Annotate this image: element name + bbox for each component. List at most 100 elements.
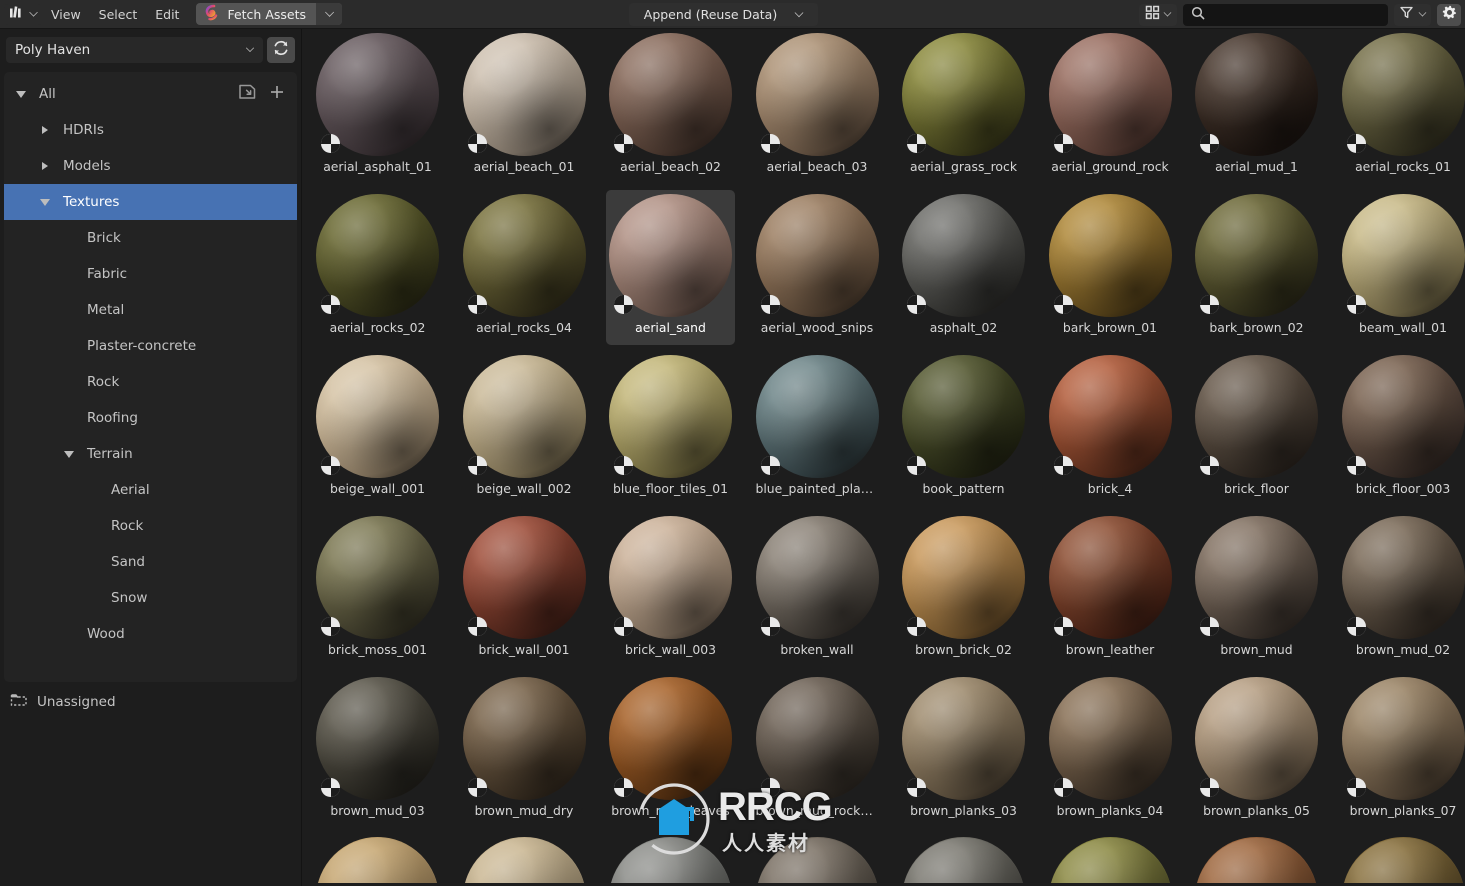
display-mode-button[interactable] (1139, 3, 1177, 26)
catalog-tree-panel: All HDRIs Models Textures Brick Fabric Metal Pl… (4, 72, 297, 682)
asset-item[interactable]: aerial_ground_rock (1046, 29, 1175, 184)
triangle-right-icon[interactable] (36, 162, 54, 170)
catalog-item-sand[interactable]: Sand (4, 544, 297, 580)
filter-button[interactable] (1394, 3, 1431, 26)
catalog-item-terrain[interactable]: Terrain (4, 436, 297, 472)
new-catalog-icon[interactable] (238, 83, 257, 105)
asset-item[interactable] (313, 834, 442, 886)
asset-item[interactable]: aerial_sand (606, 190, 735, 345)
asset-item[interactable]: brick_floor (1192, 351, 1321, 506)
search-input[interactable] (1211, 7, 1380, 22)
catalog-item-wood[interactable]: Wood (4, 616, 297, 652)
refresh-library-button[interactable] (267, 37, 295, 63)
asset-item[interactable]: brown_planks_04 (1046, 673, 1175, 828)
asset-item[interactable]: aerial_wood_snips (753, 190, 882, 345)
triangle-down-icon[interactable] (36, 198, 54, 206)
plus-icon[interactable] (269, 84, 285, 104)
asset-item[interactable]: book_pattern (899, 351, 1028, 506)
menu-view[interactable]: View (42, 4, 90, 25)
asset-item[interactable] (899, 834, 1028, 886)
catalog-item-metal[interactable]: Metal (4, 292, 297, 328)
asset-item[interactable] (753, 834, 882, 886)
asset-item[interactable]: brown_brick_02 (899, 512, 1028, 667)
catalog-item-label: Metal (87, 302, 125, 318)
asset-item[interactable]: blue_floor_tiles_01 (606, 351, 735, 506)
triangle-right-icon[interactable] (36, 126, 54, 134)
asset-item[interactable]: aerial_grass_rock (899, 29, 1028, 184)
asset-thumbnail (1194, 32, 1319, 157)
catalog-item-models[interactable]: Models (4, 148, 297, 184)
asset-thumbnail (462, 515, 587, 640)
asset-item[interactable]: aerial_mud_1 (1192, 29, 1321, 184)
asset-grid[interactable]: aerial_asphalt_01 aerial_beach_01 aerial_b… (303, 29, 1465, 886)
asset-item[interactable] (1192, 834, 1321, 886)
catalog-item-label: Aerial (111, 482, 150, 498)
asset-item[interactable]: asphalt_02 (899, 190, 1028, 345)
asset-item[interactable]: brick_floor_003 (1339, 351, 1465, 506)
asset-item[interactable]: aerial_asphalt_01 (313, 29, 442, 184)
catalog-item-aerial[interactable]: Aerial (4, 472, 297, 508)
triangle-down-icon[interactable] (12, 90, 30, 98)
catalog-item-rock[interactable]: Rock (4, 508, 297, 544)
asset-item[interactable]: beam_wall_01 (1339, 190, 1465, 345)
asset-item[interactable] (606, 834, 735, 886)
fetch-assets-dropdown-arrow[interactable] (316, 3, 342, 25)
catalog-unassigned-row[interactable]: Unassigned (0, 684, 301, 720)
asset-item[interactable]: brown_mud_03 (313, 673, 442, 828)
asset-thumbnail (608, 32, 733, 157)
asset-item[interactable]: aerial_rocks_04 (460, 190, 589, 345)
catalog-item-textures[interactable]: Textures (4, 184, 297, 220)
asset-item[interactable]: brick_moss_001 (313, 512, 442, 667)
asset-library-dropdown[interactable]: Poly Haven (6, 37, 263, 63)
asset-item[interactable]: brown_planks_03 (899, 673, 1028, 828)
asset-item[interactable]: brown_planks_07 (1339, 673, 1465, 828)
asset-item[interactable] (1046, 834, 1175, 886)
material-type-icon (321, 778, 340, 797)
menu-edit[interactable]: Edit (146, 4, 188, 25)
asset-item[interactable]: brick_wall_003 (606, 512, 735, 667)
asset-item[interactable]: brick_4 (1046, 351, 1175, 506)
asset-item[interactable]: brown_mud (1192, 512, 1321, 667)
asset-label: brown_mud (1220, 642, 1293, 657)
editor-type-selector[interactable] (4, 3, 42, 25)
import-method-dropdown[interactable]: Append (Reuse Data) (629, 3, 818, 26)
asset-item[interactable]: aerial_rocks_02 (313, 190, 442, 345)
asset-thumbnail (1048, 354, 1173, 479)
fetch-assets-button[interactable]: Fetch Assets (196, 3, 316, 25)
asset-item[interactable]: bark_brown_01 (1046, 190, 1175, 345)
search-field[interactable] (1183, 3, 1388, 26)
asset-item[interactable]: aerial_beach_03 (753, 29, 882, 184)
catalog-item-all[interactable]: All (4, 76, 297, 112)
asset-item[interactable]: brown_mud_dry (460, 673, 589, 828)
catalog-item-roofing[interactable]: Roofing (4, 400, 297, 436)
asset-item[interactable]: brown_mud_leaves (606, 673, 735, 828)
catalog-item-fabric[interactable]: Fabric (4, 256, 297, 292)
asset-item[interactable]: brown_mud_02 (1339, 512, 1465, 667)
triangle-down-icon[interactable] (60, 450, 78, 458)
asset-item[interactable]: bark_brown_02 (1192, 190, 1321, 345)
catalog-item-brick[interactable]: Brick (4, 220, 297, 256)
settings-button[interactable] (1437, 3, 1461, 26)
asset-item[interactable] (460, 834, 589, 886)
asset-item[interactable] (1339, 834, 1465, 886)
asset-item[interactable]: aerial_rocks_01 (1339, 29, 1465, 184)
asset-item[interactable]: brick_wall_001 (460, 512, 589, 667)
asset-item[interactable]: aerial_beach_01 (460, 29, 589, 184)
asset-item[interactable]: brown_mud_rocks... (753, 673, 882, 828)
asset-label: brown_planks_04 (1056, 803, 1164, 818)
asset-item[interactable]: blue_painted_plan... (753, 351, 882, 506)
asset-library-value: Poly Haven (15, 42, 91, 58)
asset-item[interactable]: brown_planks_05 (1192, 673, 1321, 828)
asset-item[interactable]: brown_leather (1046, 512, 1175, 667)
asset-thumbnail (1341, 193, 1465, 318)
asset-thumbnail (608, 837, 733, 883)
asset-item[interactable]: broken_wall (753, 512, 882, 667)
catalog-item-plaster-concrete[interactable]: Plaster-concrete (4, 328, 297, 364)
catalog-item-rock[interactable]: Rock (4, 364, 297, 400)
catalog-item-hdris[interactable]: HDRIs (4, 112, 297, 148)
asset-item[interactable]: beige_wall_002 (460, 351, 589, 506)
catalog-item-snow[interactable]: Snow (4, 580, 297, 616)
asset-item[interactable]: aerial_beach_02 (606, 29, 735, 184)
menu-select[interactable]: Select (90, 4, 147, 25)
asset-item[interactable]: beige_wall_001 (313, 351, 442, 506)
